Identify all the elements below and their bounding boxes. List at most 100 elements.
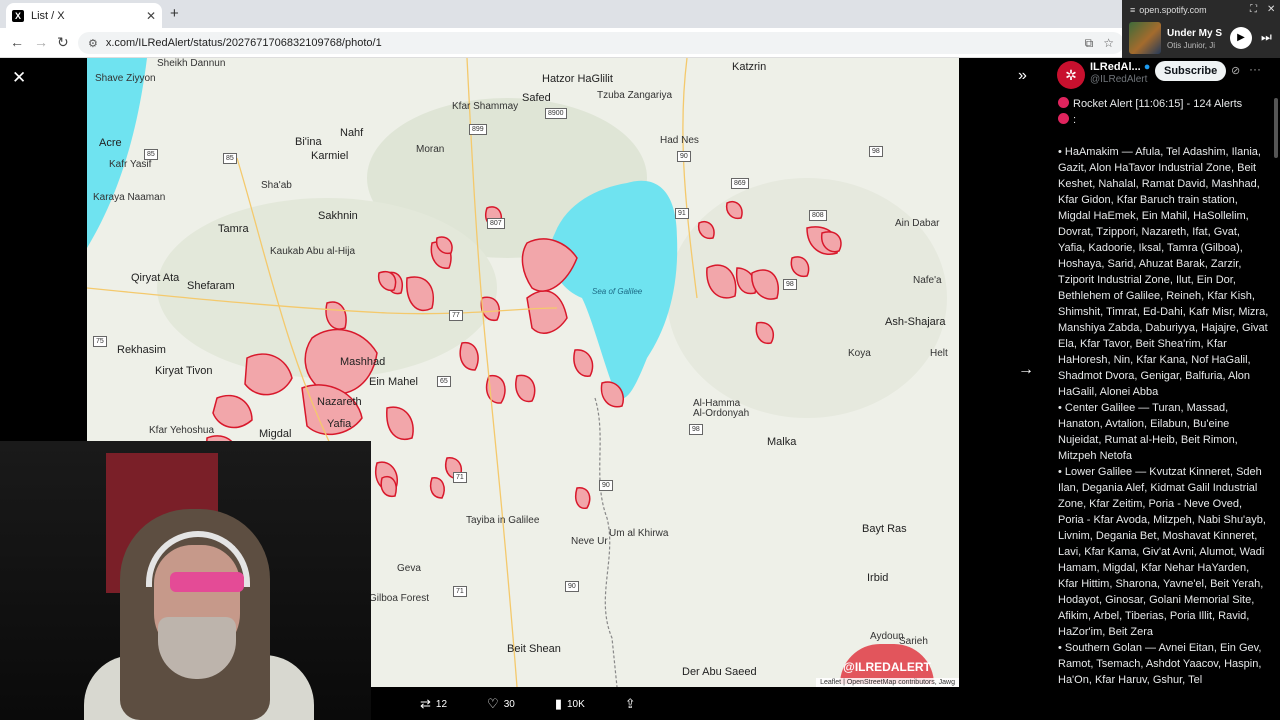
place-label: Migdal	[259, 428, 292, 440]
place-label: Tzuba Zangariya	[597, 90, 673, 101]
place-label: Tamra	[218, 223, 249, 235]
next-photo-icon[interactable]: →	[1018, 361, 1034, 379]
place-label: Mashhad	[340, 356, 386, 368]
tweet-headline: Rocket Alert [11:06:15] - 124 Alerts:	[1058, 96, 1270, 128]
views-button[interactable]: ▮ 10K	[555, 696, 585, 712]
display-name: ILRedAl...	[1090, 61, 1141, 73]
song-title: Under My S	[1167, 28, 1223, 39]
close-tab-icon[interactable]: ✕	[146, 9, 156, 23]
tweet-panel: ✲ ILRedAl... ● @ILRedAlert Subscribe ⊘ ··…	[1047, 58, 1280, 720]
account-handle[interactable]: @ILRedAlert	[1090, 74, 1147, 85]
road-shield: 8900	[545, 108, 567, 119]
road-shield: 91	[675, 208, 689, 219]
site-info-icon[interactable]: ⚙	[88, 37, 98, 50]
sea-label: Sea of Galilee	[592, 287, 643, 296]
bar-chart-icon: ▮	[554, 696, 562, 711]
mini-player-host: ≡ open.spotify.com	[1130, 5, 1207, 15]
new-tab-icon[interactable]: +	[170, 5, 179, 22]
place-label: Kiryat Tivon	[155, 365, 213, 377]
place-label: Rekhasim	[117, 344, 166, 356]
browser-tabbar: X List / X ✕ +	[0, 0, 1280, 28]
collapse-panel-icon[interactable]: »	[1018, 67, 1027, 85]
spotify-mini-player: ≡ open.spotify.com ⛶ ✕ Under My S Otis Ju…	[1122, 0, 1280, 60]
verified-badge-icon: ●	[1143, 61, 1151, 73]
tweet-text: Rocket Alert [11:06:15] - 124 Alerts: • …	[1058, 96, 1270, 688]
place-label: Beit Shean	[507, 643, 561, 655]
forward-icon[interactable]: →	[34, 34, 48, 50]
pink-glasses	[170, 572, 244, 592]
play-icon[interactable]: ▶	[1230, 27, 1252, 49]
grok-icon[interactable]: ⊘	[1231, 64, 1240, 77]
road-shield: 90	[677, 151, 691, 162]
place-label: Sakhnin	[318, 210, 358, 222]
attribution-text: | OpenStreetMap contributors, Jawg	[843, 679, 955, 686]
retweet-button[interactable]: ⇄ 12	[420, 696, 447, 712]
address-bar[interactable]: ⚙ x.com/ILRedAlert/status/20276717068321…	[78, 32, 1124, 54]
close-mini-player-icon[interactable]: ✕	[1267, 4, 1275, 15]
place-label: Ein Mahel	[369, 376, 418, 388]
subscribe-button[interactable]: Subscribe	[1155, 61, 1227, 81]
road-shield: 98	[869, 146, 883, 157]
bookmark-star-icon[interactable]: ☆	[1103, 36, 1114, 50]
place-label: Karmiel	[311, 150, 349, 162]
back-icon[interactable]: ←	[10, 34, 24, 50]
road-shield: 77	[449, 310, 463, 321]
place-label: Ain Dabar	[895, 218, 940, 229]
place-label: Nafe'a	[913, 275, 942, 286]
terrain-shade	[667, 178, 947, 418]
browser-tab[interactable]: X List / X ✕	[6, 3, 162, 28]
place-label: Um al Khirwa	[609, 528, 669, 539]
road-shield: 85	[144, 149, 158, 160]
webcam-overlay	[0, 441, 371, 720]
retweet-icon: ⇄	[420, 696, 431, 711]
share-button[interactable]: ⇪	[625, 696, 641, 712]
place-label: Acre	[99, 137, 122, 149]
place-label: Neve Ur	[571, 536, 608, 547]
road-shield: 85	[223, 153, 237, 164]
road-shield: 65	[437, 376, 451, 387]
like-button[interactable]: ♡ 30	[487, 696, 515, 712]
install-app-icon[interactable]: ⧉	[1085, 36, 1094, 51]
place-label: Koya	[848, 348, 871, 359]
more-options-icon[interactable]: ···	[1249, 62, 1261, 76]
place-label: Malka	[767, 436, 797, 448]
like-count: 30	[503, 698, 515, 710]
screen: X List / X ✕ + ← → ↻ ⚙ x.com/ILRedAlert/…	[0, 0, 1280, 720]
region-paragraph: • Southern Golan — Avnei Eitan, Ein Gev,…	[1058, 642, 1262, 686]
tune-icon: ≡	[1130, 5, 1136, 15]
place-label: Helt	[930, 348, 948, 359]
place-label: Shave Ziyyon	[95, 73, 156, 84]
leaflet-link[interactable]: Leaflet	[820, 679, 841, 686]
place-label: Al-Ordonyah	[693, 408, 750, 419]
place-label: Kfar Yehoshua	[149, 425, 215, 436]
road-shield: 75	[93, 336, 107, 347]
road-shield: 90	[565, 581, 579, 592]
place-label: Der Abu Saeed	[682, 666, 757, 678]
view-count: 10K	[566, 698, 585, 710]
region-paragraph: • Center Galilee — Turan, Massad, Hanato…	[1058, 402, 1238, 462]
scrollbar[interactable]	[1274, 98, 1278, 158]
place-label: Moran	[416, 144, 445, 155]
account-name[interactable]: ILRedAl... ●	[1090, 61, 1150, 73]
reload-icon[interactable]: ↻	[57, 34, 69, 51]
avatar[interactable]: ✲	[1057, 61, 1085, 89]
headline-tail: :	[1073, 114, 1077, 126]
place-label: Nazareth	[317, 396, 362, 408]
alert-zone	[575, 487, 591, 510]
headline-text: Rocket Alert [11:06:15] - 124 Alerts	[1073, 98, 1243, 110]
expand-window-icon[interactable]: ⛶	[1250, 4, 1257, 15]
song-artist: Otis Junior, Ji	[1167, 41, 1216, 50]
retweet-count: 12	[435, 698, 448, 710]
close-viewer-icon[interactable]: ✕	[12, 68, 26, 88]
road-shield: 98	[783, 279, 797, 290]
place-label: Irbid	[867, 572, 889, 584]
place-label: Kfar Shammay	[452, 101, 519, 112]
place-label: Gilboa Forest	[369, 593, 430, 604]
place-label: Nahf	[340, 127, 364, 139]
place-label: Sheikh Dannun	[157, 58, 226, 69]
place-label: Had Nes	[660, 135, 699, 146]
next-track-icon[interactable]: ⏭	[1261, 30, 1272, 45]
road-shield: 807	[487, 218, 505, 229]
road-shield: 98	[689, 424, 703, 435]
heart-icon: ♡	[487, 696, 499, 711]
